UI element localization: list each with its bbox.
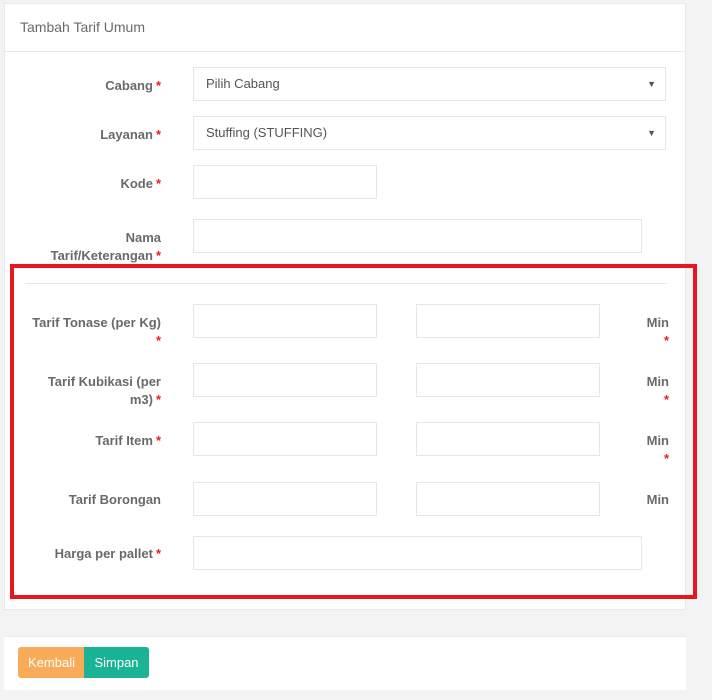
required-mark: *	[155, 78, 161, 93]
layanan-select[interactable]: Stuffing (STUFFING) ▼	[193, 116, 666, 150]
required-mark: *	[155, 392, 161, 407]
section-divider	[25, 283, 667, 284]
tarif-borongan-min-input[interactable]	[416, 482, 600, 516]
caret-down-icon: ▼	[647, 128, 656, 138]
back-button[interactable]: Kembali	[18, 647, 84, 678]
cabang-select-value: Pilih Cabang	[206, 76, 280, 91]
kode-input[interactable]	[193, 165, 377, 199]
required-mark: *	[155, 127, 161, 142]
required-mark: *	[155, 176, 161, 191]
tarif-kubikasi-min-label: Min *	[646, 374, 669, 407]
required-mark: *	[155, 333, 161, 348]
tarif-item-min-input[interactable]	[416, 422, 600, 456]
tarif-kubikasi-label: Tarif Kubikasi (per m3) *	[47, 374, 161, 407]
required-mark: *	[155, 433, 161, 448]
required-mark: *	[155, 248, 161, 263]
tarif-tonase-label: Tarif Tonase (per Kg) *	[32, 315, 161, 348]
caret-down-icon: ▼	[647, 79, 656, 89]
tarif-kubikasi-min-input[interactable]	[416, 363, 600, 397]
kode-label: Kode *	[120, 176, 161, 191]
required-mark: *	[663, 451, 669, 466]
required-mark: *	[663, 333, 669, 348]
layanan-select-value: Stuffing (STUFFING)	[206, 125, 328, 140]
panel-title: Tambah Tarif Umum	[5, 4, 685, 52]
nama-input[interactable]	[193, 219, 642, 253]
tarif-borongan-input[interactable]	[193, 482, 377, 516]
required-mark: *	[663, 392, 669, 407]
tarif-tonase-min-input[interactable]	[416, 304, 600, 338]
layanan-label: Layanan *	[100, 127, 161, 142]
nama-label: Nama Tarif/Keterangan *	[50, 230, 161, 263]
tarif-borongan-label: Tarif Borongan	[68, 492, 161, 507]
tarif-item-min-label: Min *	[646, 433, 669, 466]
tarif-tonase-input[interactable]	[193, 304, 377, 338]
tarif-tonase-min-label: Min *	[646, 315, 669, 348]
harga-pallet-input[interactable]	[193, 536, 642, 570]
cabang-select[interactable]: Pilih Cabang ▼	[193, 67, 666, 101]
tarif-item-label: Tarif Item *	[95, 433, 161, 448]
tarif-borongan-min-label: Min	[646, 492, 669, 507]
save-button[interactable]: Simpan	[84, 647, 149, 678]
tarif-item-input[interactable]	[193, 422, 377, 456]
required-mark: *	[155, 546, 161, 561]
cabang-label: Cabang *	[105, 78, 161, 93]
harga-pallet-label: Harga per pallet *	[54, 546, 161, 561]
tarif-kubikasi-input[interactable]	[193, 363, 377, 397]
form-footer: Kembali Simpan	[4, 636, 686, 690]
form-panel: Tambah Tarif Umum Cabang * Pilih Cabang ▼…	[4, 3, 686, 610]
